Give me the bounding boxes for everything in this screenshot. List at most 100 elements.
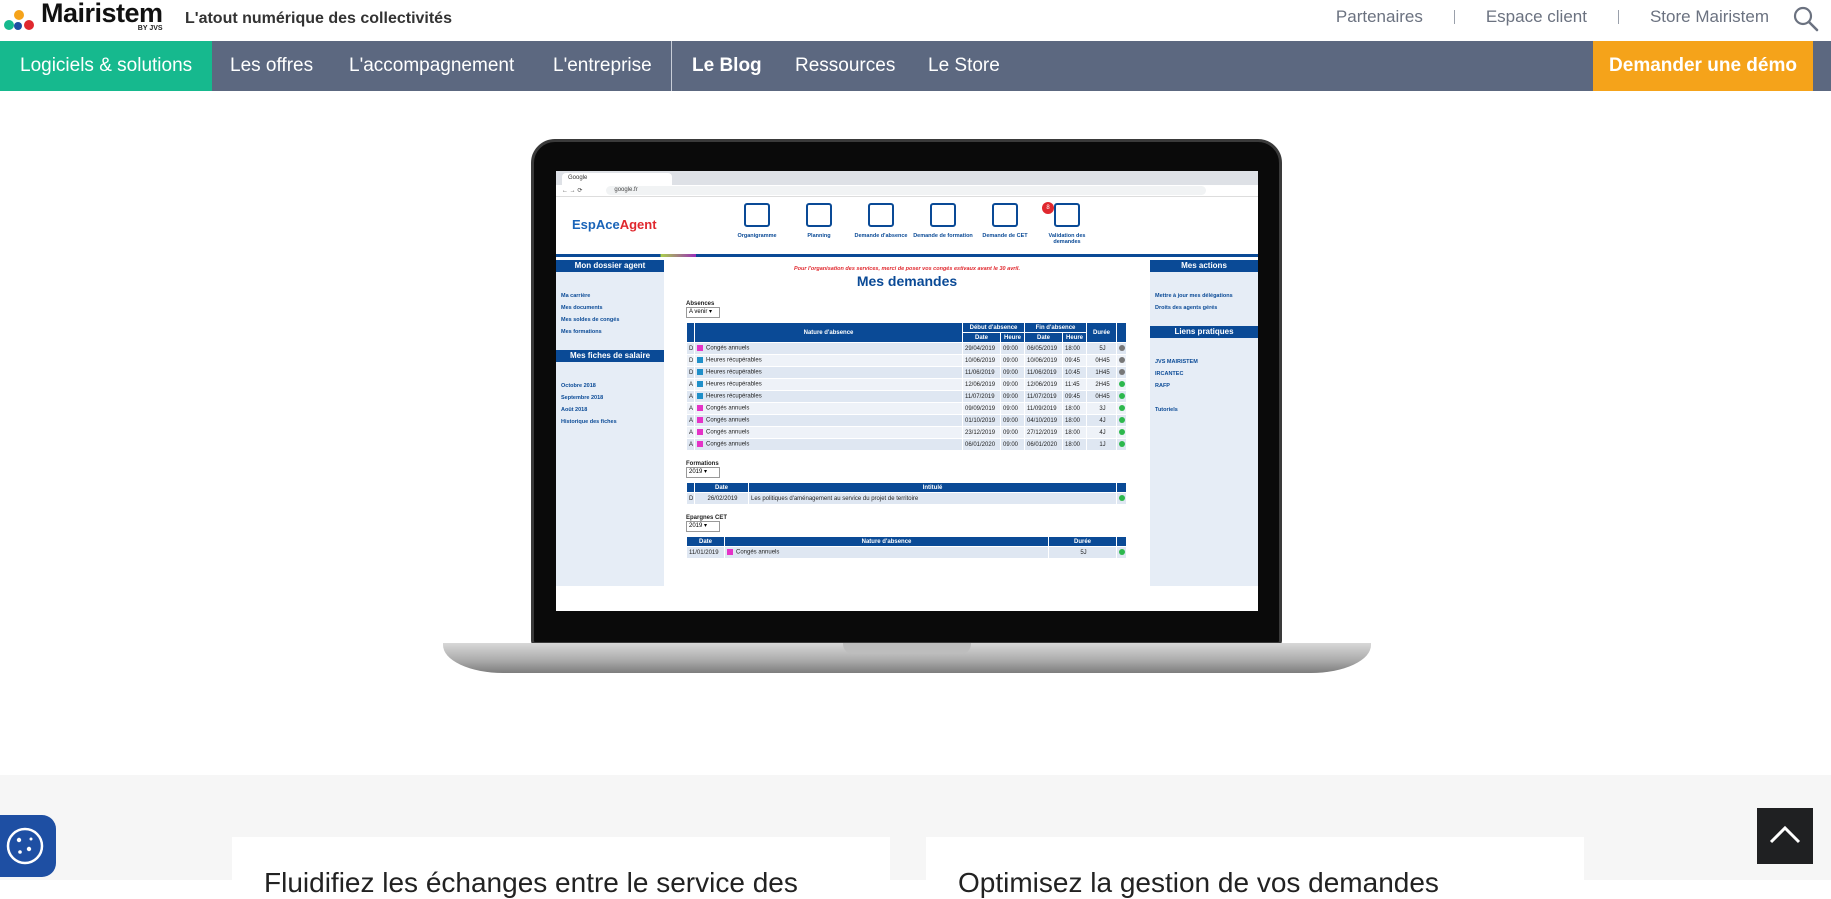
laptop-screen-content: Google ← → ⟳ google.fr EspAceAgent Organ… [556, 171, 1258, 611]
col-nature: Nature d'absence [694, 322, 963, 343]
ea-right-panel: Mes actions Mettre à jour mes délégation… [1150, 260, 1258, 586]
nav-ressources[interactable]: Ressources [795, 41, 895, 91]
status-approved-icon [1119, 405, 1125, 412]
ea-link: Octobre 2018 [561, 383, 596, 389]
nav-divider [671, 41, 672, 91]
table-row: A Congés annuels 09/09/2019 09:00 11/09/2019… [686, 402, 1127, 415]
ea-link: IRCANTEC [1155, 371, 1184, 377]
status-pending-icon [1119, 369, 1125, 376]
category-color-icon [697, 441, 703, 448]
top-links: Partenaires Espace client Store Mairiste… [1336, 7, 1769, 27]
brand-name: Mairistem [41, 0, 163, 28]
table-row: A Congés annuels 23/12/2019 09:00 27/12/2019… [686, 426, 1127, 439]
link-espace-client[interactable]: Espace client [1486, 7, 1587, 27]
cookie-settings-button[interactable] [0, 815, 56, 877]
mairistem-logo[interactable]: Mairistem BY JVS [2, 0, 163, 34]
table-row: A Heures récupérables 12/06/2019 09:00 12/06… [686, 378, 1127, 391]
search-icon[interactable] [1793, 6, 1819, 32]
browser-tab: Google [562, 173, 672, 185]
ea-link: Ma carrière [561, 293, 591, 299]
tagline: L'atout numérique des collectivités [185, 10, 452, 27]
category-color-icon [697, 393, 703, 400]
ea-link: RAFP [1155, 383, 1170, 389]
absences-table: Nature d'absence Début d'absence Fin d'a… [686, 322, 1127, 451]
category-color-icon [697, 381, 703, 388]
ea-nav-cet: Demande de CET [974, 203, 1036, 245]
ea-nav-formation: Demande de formation [912, 203, 974, 245]
col-duree: Durée [1086, 322, 1117, 343]
ea-link: Droits des agents gérés [1155, 305, 1218, 311]
link-partenaires[interactable]: Partenaires [1336, 7, 1423, 27]
nav-le-blog[interactable]: Le Blog [692, 41, 762, 91]
table-row: D 26/02/2019 Les politiques d'aménagement … [686, 492, 1127, 505]
feature-card[interactable]: Fluidifiez les échanges entre le service… [232, 837, 890, 898]
demo-button[interactable]: Demander une démo [1593, 41, 1813, 91]
ea-nav-organigramme: Organigramme [726, 203, 788, 245]
training-icon [930, 203, 956, 227]
category-color-icon [727, 549, 733, 556]
col-debut: Début d'absence [962, 322, 1025, 333]
cookie-icon [6, 827, 44, 865]
category-color-icon [697, 345, 703, 352]
ea-link: Mettre à jour mes délégations [1155, 293, 1233, 299]
notification-badge: 8 [1042, 202, 1054, 214]
table-row: D Congés annuels 29/04/2019 09:00 06/05/2019… [686, 342, 1127, 355]
user-absence-icon [868, 203, 894, 227]
ea-head-fiches: Mes fiches de salaire [556, 350, 664, 362]
table-row: A Congés annuels 06/01/2020 09:00 06/01/2020… [686, 438, 1127, 451]
category-color-icon [697, 369, 703, 376]
nav-le-store[interactable]: Le Store [928, 41, 1000, 91]
status-approved-icon [1119, 549, 1125, 556]
ea-main-panel: Pour l'organisation des services, merci … [664, 260, 1150, 586]
main-nav: Logiciels & solutions Les offres L'accom… [0, 41, 1831, 91]
ea-link: Mes formations [561, 329, 602, 335]
espace-agent-header: EspAceAgent Organigramme Planning Demand… [556, 197, 1258, 257]
ea-link: Tutoriels [1155, 407, 1178, 413]
divider [1453, 10, 1455, 24]
table-row: 11/01/2019 Congés annuels 5J [686, 546, 1127, 559]
nav-les-offres[interactable]: Les offres [230, 41, 313, 91]
calendar-icon [806, 203, 832, 227]
category-color-icon [697, 417, 703, 424]
col-fin: Fin d'absence [1024, 322, 1087, 333]
browser-tab-bar: Google [556, 171, 1258, 185]
ea-notice: Pour l'organisation des services, merci … [794, 266, 1020, 272]
feature-card-text: Optimisez la gestion de vos demandes [958, 867, 1439, 898]
chevron-up-icon [1769, 825, 1801, 844]
status-pending-icon [1119, 345, 1125, 352]
ea-head-actions: Mes actions [1150, 260, 1258, 272]
ea-link: Mes documents [561, 305, 603, 311]
ea-page-title: Mes demandes [856, 273, 958, 289]
status-approved-icon [1119, 417, 1125, 424]
cet-filter: 2019 ▾ [686, 521, 720, 532]
category-color-icon [697, 429, 703, 436]
ea-link: Août 2018 [561, 407, 588, 413]
link-store-mairistem[interactable]: Store Mairistem [1650, 7, 1769, 27]
nav-logiciels-solutions[interactable]: Logiciels & solutions [0, 41, 213, 91]
ea-nav-absence: Demande d'absence [850, 203, 912, 245]
espace-agent-body: Mon dossier agent Ma carrière Mes docume… [556, 260, 1258, 611]
ea-link: JVS MAIRISTEM [1155, 359, 1198, 365]
status-approved-icon [1119, 393, 1125, 400]
feature-card[interactable]: Optimisez la gestion de vos demandes [926, 837, 1584, 898]
formations-table: Date Intitulé D 26/02/2019 Les politiques … [686, 482, 1127, 505]
nav-entreprise[interactable]: L'entreprise [553, 41, 652, 91]
piggy-bank-icon [992, 203, 1018, 227]
validation-icon [1054, 203, 1080, 227]
nav-accompagnement[interactable]: L'accompagnement [349, 41, 514, 91]
category-color-icon [697, 405, 703, 412]
table-row: D Heures récupérables 10/06/2019 09:00 10/06… [686, 354, 1127, 367]
absences-label: Absences [686, 301, 715, 307]
table-row: D Heures récupérables 11/06/2019 09:00 11/06… [686, 366, 1127, 379]
ea-head-dossier: Mon dossier agent [556, 260, 664, 272]
feature-card-text: Fluidifiez les échanges entre le service… [264, 867, 798, 898]
ea-link: Mes soldes de congés [561, 317, 620, 323]
address-field: google.fr [606, 186, 1207, 195]
espace-agent-logo: EspAceAgent [572, 217, 657, 232]
category-color-icon [697, 357, 703, 364]
org-chart-icon [744, 203, 770, 227]
back-to-top-button[interactable] [1757, 808, 1813, 864]
formations-label: Formations [686, 461, 719, 467]
formations-filter: 2019 ▾ [686, 467, 720, 478]
cet-table: Date Nature d'absence Durée 11/01/2019 Co… [686, 536, 1127, 559]
